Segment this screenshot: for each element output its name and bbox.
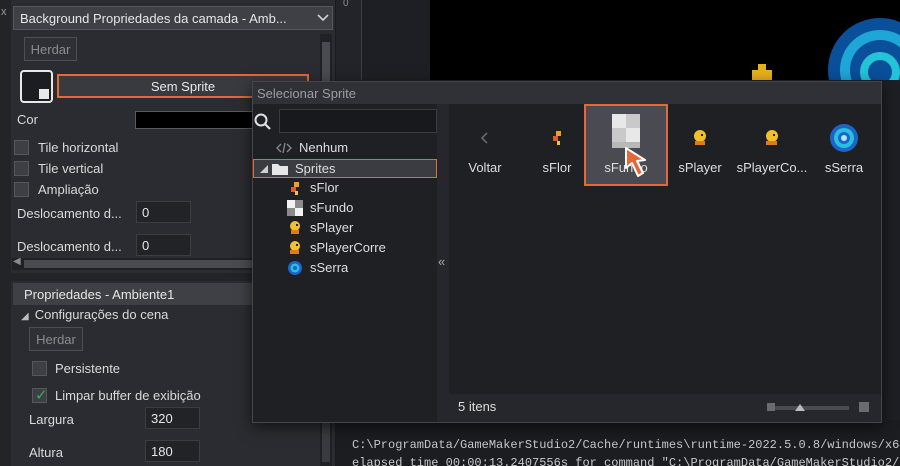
sprite-preview-corner (39, 89, 49, 99)
tile-horizontal-label: Tile horizontal (38, 140, 119, 155)
color-label: Cor (17, 112, 38, 127)
room-canvas[interactable] (430, 0, 900, 122)
width-label: Largura (29, 412, 74, 427)
mouse-cursor-icon (625, 147, 646, 177)
tile-horizontal-checkbox[interactable] (14, 140, 29, 155)
tree-item-label: sPlayer (310, 220, 354, 235)
back-arrow-icon (465, 118, 505, 158)
offset-x-label: Deslocamento d... (17, 206, 122, 221)
inspector-horizontal-scrollbar[interactable]: ◀ (12, 256, 252, 270)
tile-vertical-checkbox[interactable] (14, 161, 29, 176)
grid-item-sserra[interactable]: sSerra (808, 104, 880, 186)
ruler-value: 0 (343, 0, 349, 9)
room-settings-label: Configurações do cena (34, 307, 169, 322)
sprite-sfundo-icon (286, 199, 304, 216)
search-icon (253, 112, 275, 134)
clear-buffer-label: Limpar buffer de exibição (55, 388, 201, 403)
room-settings-section[interactable]: ◢ Configurações do cena (21, 307, 168, 322)
chevron-down-icon[interactable] (314, 11, 332, 25)
sprite-splayercorre-icon (286, 240, 304, 256)
sprite-tree-pane: Nenhum Sprites sFlor sFundo sPlayer sPla… (253, 104, 437, 422)
inherit-layer-button[interactable]: Herdar (24, 37, 77, 61)
horizontal-scrollbar-thumb[interactable] (24, 260, 252, 268)
checkmark-icon: ✓ (35, 387, 48, 404)
layer-properties-title: Background Propriedades da camada - Amb.… (20, 10, 287, 26)
collapse-tree-handle[interactable]: « (437, 104, 449, 422)
room-preview-art (752, 18, 900, 122)
tree-item-none[interactable]: Nenhum (275, 138, 348, 157)
tree-item-label: sFlor (310, 180, 339, 195)
grid-item-splayer[interactable]: sPlayer (664, 104, 736, 186)
color-swatch[interactable] (135, 111, 255, 129)
sprite-preview[interactable] (20, 70, 53, 103)
grid-item-label: sPlayerCo... (736, 160, 808, 175)
stretch-label: Ampliação (38, 182, 99, 197)
offset-y-field[interactable]: 0 (136, 234, 191, 256)
sprite-splayer-icon (286, 220, 304, 236)
grid-item-sfundo[interactable]: sFundo (584, 104, 668, 186)
tree-folder-label: Sprites (295, 161, 336, 176)
zoom-knob[interactable] (795, 404, 805, 411)
persistent-label: Persistente (55, 361, 121, 376)
grid-item-label: sSerra (824, 160, 864, 175)
tree-item-splayer[interactable]: sPlayer (286, 218, 353, 237)
tree-item-label: sFundo (310, 200, 354, 215)
grid-item-label: Voltar (468, 160, 502, 175)
tree-folder-sprites-content[interactable]: Sprites (259, 159, 335, 178)
sprite-sflor-icon (537, 118, 577, 158)
output-line: C:\ProgramData/GameMakerStudio2/Cache/ru… (352, 438, 900, 452)
tree-item-label: Nenhum (299, 140, 349, 155)
zoom-track[interactable] (775, 406, 849, 410)
tree-item-label: sPlayerCorre (310, 240, 386, 255)
tree-item-label: sSerra (310, 260, 349, 275)
scroll-left-icon[interactable]: ◀ (13, 256, 21, 267)
inherit-room-button[interactable]: Herdar (29, 327, 83, 351)
offset-y-label: Deslocamento d... (17, 239, 122, 254)
dialog-title: Selecionar Sprite (253, 82, 881, 104)
height-field[interactable]: 180 (145, 440, 200, 462)
select-sprite-dialog: Selecionar Sprite Nenhum Sprites sFlor s… (252, 81, 882, 423)
sprite-sflor-icon (286, 180, 304, 196)
grid-item-splayercorre[interactable]: sPlayerCo... (736, 104, 808, 186)
output-line: elapsed time 00:00:13.2407556s for comma… (352, 456, 900, 466)
grid-item-label: sPlayer (678, 160, 722, 175)
offset-x-field[interactable]: 0 (136, 201, 191, 223)
sprite-sserra-icon (286, 260, 304, 276)
sprite-splayercorre-icon (752, 118, 792, 158)
grid-item-back[interactable]: Voltar (449, 104, 521, 186)
persistent-checkbox[interactable] (32, 361, 47, 376)
item-count: 5 itens (458, 399, 497, 414)
collapse-triangle-icon[interactable]: ◢ (21, 311, 29, 322)
layer-properties-header[interactable]: Background Propriedades da camada - Amb.… (13, 6, 333, 30)
zoom-in-button[interactable] (859, 402, 869, 412)
double-chevron-left-icon[interactable]: « (438, 254, 445, 269)
zoom-slider[interactable] (767, 404, 853, 412)
room-properties-header[interactable]: Propriedades - Ambiente1 (13, 283, 253, 305)
tree-item-splayercorre[interactable]: sPlayerCorre (286, 238, 386, 257)
grid-item-sflor[interactable]: sFlor (521, 104, 593, 186)
sprite-sserra-icon (824, 118, 864, 158)
width-field[interactable]: 320 (145, 407, 200, 429)
tree-item-sflor[interactable]: sFlor (286, 178, 339, 197)
height-label: Altura (29, 445, 63, 460)
dialog-status-bar: 5 itens (449, 394, 881, 422)
tree-item-sfundo[interactable]: sFundo (286, 198, 353, 217)
close-panel-icon[interactable]: x (1, 6, 7, 18)
output-console: C:\ProgramData/GameMakerStudio2/Cache/ru… (336, 420, 900, 466)
sprite-search-input[interactable] (279, 109, 437, 133)
sprite-grid-pane: Voltar sFlor sFundo sPlayer (449, 104, 881, 394)
folder-icon (271, 161, 289, 177)
folder-expanded-triangle-icon[interactable] (259, 161, 269, 177)
tile-vertical-label: Tile vertical (38, 161, 104, 176)
tree-item-sserra[interactable]: sSerra (286, 258, 348, 277)
code-tag-icon (275, 140, 293, 156)
sprite-splayer-icon (680, 118, 720, 158)
vertical-ruler: 0 (336, 0, 362, 80)
stretch-checkbox[interactable] (14, 182, 29, 197)
clear-buffer-checkbox[interactable]: ✓ (32, 387, 48, 404)
dock-strip: x (0, 0, 11, 466)
